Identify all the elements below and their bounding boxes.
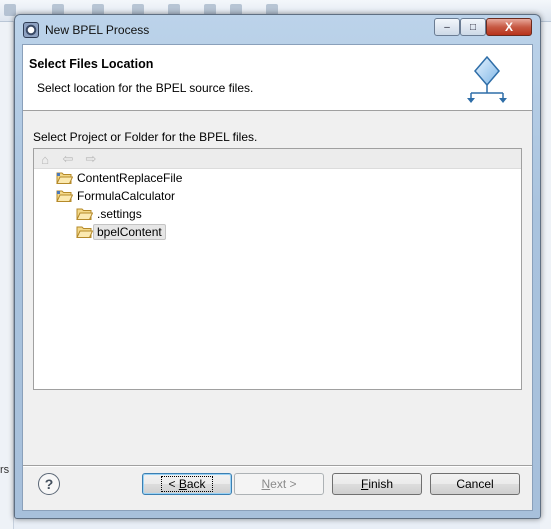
home-icon[interactable]: ⌂: [37, 151, 53, 167]
title-bar[interactable]: New BPEL Process – □ X: [15, 15, 540, 45]
ide-panel-label: rs: [0, 464, 10, 476]
finish-button-label: Finish: [360, 477, 394, 491]
ide-left-panel: rs: [0, 22, 14, 529]
close-button[interactable]: X: [486, 18, 532, 36]
ide-right-panel: [540, 22, 551, 529]
next-button-label: Next >: [261, 477, 297, 491]
back-arrow-icon[interactable]: ⇦: [60, 151, 76, 167]
folder-tree[interactable]: ⌂ ⇦ ⇨ ContentReplaceFile FormulaCalculat…: [33, 148, 522, 390]
folder-icon: [76, 208, 93, 220]
tree-item-label: ContentReplaceFile: [77, 171, 183, 185]
maximize-icon: □: [469, 21, 477, 33]
page-title: Select Files Location: [29, 57, 154, 71]
tree-toolbar: ⌂ ⇦ ⇨: [34, 149, 521, 169]
dialog-content: Select Files Location Select location fo…: [22, 44, 533, 511]
forward-arrow-icon[interactable]: ⇨: [83, 151, 99, 167]
minimize-icon: –: [444, 21, 450, 33]
page-description: Select location for the BPEL source file…: [37, 81, 254, 95]
tree-item-formulacalculator[interactable]: FormulaCalculator: [56, 187, 175, 205]
project-folder-icon: [56, 172, 73, 184]
maximize-button[interactable]: □: [460, 18, 486, 36]
tree-item-label: FormulaCalculator: [77, 189, 176, 203]
cancel-button[interactable]: Cancel: [430, 473, 520, 495]
cancel-button-label: Cancel: [456, 477, 494, 491]
next-button[interactable]: Next >: [234, 473, 324, 495]
folder-prompt-label: Select Project or Folder for the BPEL fi…: [33, 130, 258, 144]
button-bar-separator: [23, 465, 532, 467]
help-button[interactable]: ?: [38, 473, 60, 495]
minimize-button[interactable]: –: [434, 18, 460, 36]
finish-button[interactable]: Finish: [332, 473, 422, 495]
help-icon: ?: [44, 476, 54, 492]
back-button-label: < Back: [161, 476, 213, 492]
folder-icon: [76, 226, 93, 238]
new-bpel-process-dialog: New BPEL Process – □ X Select Files Loca…: [14, 14, 541, 519]
window-title: New BPEL Process: [45, 23, 150, 37]
bpel-process-icon: [467, 55, 507, 103]
wizard-banner: Select Files Location Select location fo…: [23, 45, 532, 111]
tree-item-contentreplacefile[interactable]: ContentReplaceFile: [56, 169, 182, 187]
tree-item-bpelcontent[interactable]: bpelContent: [76, 223, 166, 241]
tree-item-label: .settings: [97, 207, 142, 221]
tree-item-label: bpelContent: [93, 224, 166, 240]
eclipse-app-icon: [23, 22, 39, 38]
back-button[interactable]: < Back: [142, 473, 232, 495]
tree-item-settings[interactable]: .settings: [76, 205, 142, 223]
close-icon: X: [504, 20, 513, 34]
project-folder-icon: [56, 190, 73, 202]
